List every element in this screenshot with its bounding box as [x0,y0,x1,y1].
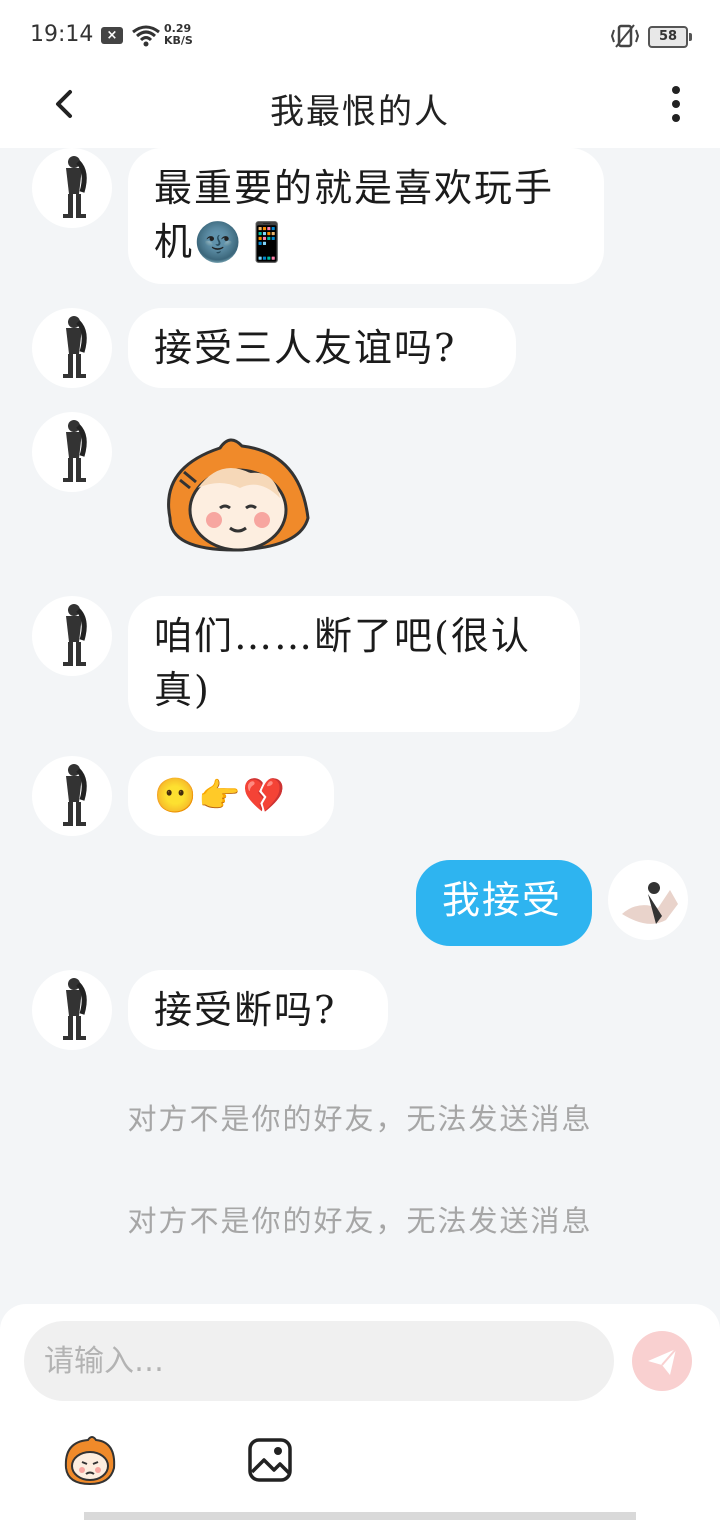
contact-avatar[interactable] [32,308,112,388]
more-options-icon[interactable] [660,82,692,126]
status-time: 19:14 [30,22,94,47]
send-icon [648,1348,677,1375]
chat-header: 我最恨的人 [0,72,720,148]
vibrate-icon [610,24,640,48]
system-notice: 对方不是你的好友，无法发送消息 [127,1102,593,1136]
message-bubble[interactable]: 接受断吗? [128,970,388,1050]
network-speed: 0.29 KB/S [164,23,193,47]
message-bubble[interactable]: 😶👉💔 [128,756,334,836]
orange-haired-girl-sticker[interactable] [150,428,320,558]
contact-avatar[interactable] [32,412,112,492]
message-bubble[interactable]: 最重要的就是喜欢玩手机🌚📱 [128,148,604,284]
send-button[interactable] [632,1331,692,1391]
system-notice: 对方不是你的好友，无法发送消息 [127,1204,593,1238]
notification-x-icon: × [101,27,123,44]
wifi-icon [132,25,160,47]
my-message-bubble[interactable]: 我接受 [416,860,592,946]
battery-indicator: 58 [648,26,692,48]
message-bubble[interactable]: 接受三人友谊吗? [128,308,516,388]
system-nav-bar [84,1512,636,1520]
contact-avatar[interactable] [32,756,112,836]
contact-avatar[interactable] [32,596,112,676]
status-bar: 19:14 × 0.29 KB/S 58 [0,0,720,72]
network-speed-unit: KB/S [164,34,193,47]
contact-avatar[interactable] [32,970,112,1050]
message-composer [0,1304,720,1520]
contact-avatar[interactable] [32,148,112,228]
sticker-icon[interactable] [60,1432,120,1488]
message-bubble[interactable]: 咱们……断了吧(很认真) [128,596,580,732]
chat-messages[interactable]: 最重要的就是喜欢玩手机🌚📱 接受三人友谊吗? 咱们……断了吧(很认真) 😶👉💔 … [0,148,720,1308]
my-avatar[interactable] [608,860,688,940]
chat-title: 我最恨的人 [270,92,450,132]
message-input[interactable] [24,1321,614,1401]
image-icon[interactable] [246,1436,294,1484]
